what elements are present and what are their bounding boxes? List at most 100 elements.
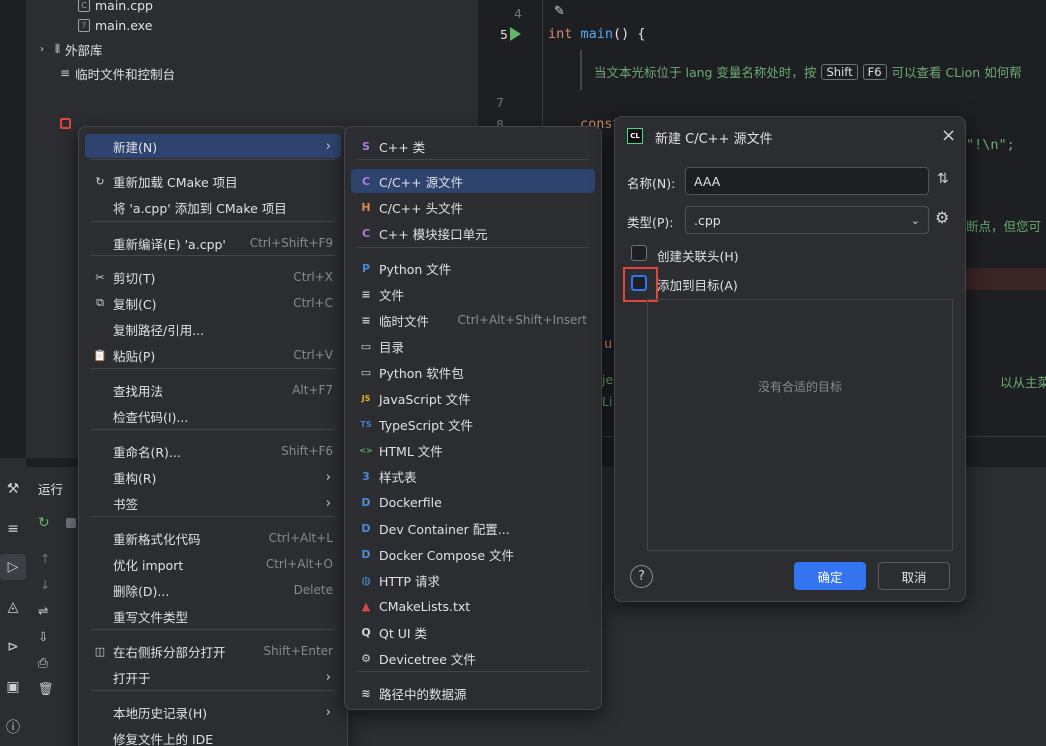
context-menu-item[interactable]: 查找用法 Alt+F7: [85, 378, 341, 402]
submenu-item[interactable]: JS JavaScript 文件: [351, 386, 595, 410]
run-icon[interactable]: ▷: [0, 554, 26, 580]
services-icon[interactable]: ◬: [0, 594, 26, 620]
down-arrow-icon[interactable]: ↓: [40, 577, 50, 592]
menu-item-label: 打开于: [113, 670, 151, 686]
chevron-right-icon[interactable]: ›: [40, 44, 50, 55]
targets-list[interactable]: 没有合适的目标: [647, 299, 953, 551]
context-menu-item[interactable]: 重构(R) ›: [85, 465, 341, 489]
submenu-item[interactable]: ≡ 文件: [351, 282, 595, 306]
submenu-item[interactable]: TS TypeScript 文件: [351, 412, 595, 436]
context-menu-item[interactable]: ⧉ 复制(C) Ctrl+C: [85, 291, 341, 315]
menu-item-label: Dockerfile: [379, 494, 442, 510]
type-select[interactable]: .cpp ⌄: [685, 206, 929, 234]
submenu-item[interactable]: H C/C++ 头文件: [351, 195, 595, 219]
submenu-item[interactable]: ▭ 目录: [351, 334, 595, 358]
chevron-right-icon: ›: [325, 704, 331, 720]
rerun-icon[interactable]: ↻: [38, 515, 50, 531]
hammer-icon[interactable]: ⚒: [0, 476, 26, 502]
scroll-end-icon[interactable]: ⇩: [38, 629, 48, 644]
menu-separator: [91, 690, 335, 691]
tree-item-external-libraries[interactable]: › ⫴ 外部库: [40, 38, 103, 60]
trash-icon[interactable]: 🗑: [38, 681, 54, 697]
file-type-icon: ≡: [361, 313, 371, 327]
context-menu-item[interactable]: ◫ 在右侧拆分部分打开 Shift+Enter: [85, 639, 341, 663]
submenu-item[interactable]: ⚙ Devicetree 文件: [351, 646, 595, 670]
context-menu-item[interactable]: 书签 ›: [85, 491, 341, 515]
context-menu-item[interactable]: 重写文件类型: [85, 604, 341, 628]
menu-item-label: 删除(D)...: [113, 583, 170, 599]
print-icon[interactable]: ⎙: [38, 655, 48, 671]
add-to-target-checkbox[interactable]: [631, 275, 647, 291]
debug-icon[interactable]: ⊳: [0, 634, 26, 660]
menu-item-label: 修复文件上的 IDE: [113, 731, 214, 746]
name-field[interactable]: AAA: [685, 167, 929, 195]
menu-item-label: JavaScript 文件: [379, 391, 471, 407]
menu-item-label: 书签: [113, 496, 139, 512]
tree-item-main-exe[interactable]: ? main.exe: [78, 14, 152, 36]
context-menu-item[interactable]: 打开于 ›: [85, 665, 341, 689]
menu-separator: [91, 255, 335, 256]
file-type-icon: <>: [359, 445, 373, 455]
submenu-item[interactable]: ≋ 路径中的数据源: [351, 681, 595, 705]
menu-item-label: 本地历史记录(H): [113, 705, 208, 721]
submenu-item[interactable]: C C++ 模块接口单元: [351, 221, 595, 245]
context-menu-item[interactable]: 新建(N) ›: [85, 134, 341, 158]
menu-item-label: Python 文件: [379, 261, 452, 277]
copy-icon: ⧉: [96, 296, 104, 309]
help-button[interactable]: ?: [630, 565, 653, 588]
scissors-icon: ✂: [95, 270, 105, 284]
submenu-item[interactable]: S C++ 类: [351, 134, 595, 158]
menu-item-label: 剪切(T): [113, 270, 156, 286]
context-menu-item[interactable]: ✂ 剪切(T) Ctrl+X: [85, 265, 341, 289]
terminal-icon[interactable]: ▣: [0, 674, 26, 700]
context-menu-item[interactable]: 重命名(R)... Shift+F6: [85, 439, 341, 463]
create-header-label: 创建关联头(H): [657, 249, 739, 264]
up-arrow-icon[interactable]: ↑: [40, 551, 50, 566]
submenu-item[interactable]: ◍ HTTP 请求: [351, 568, 595, 592]
menu-item-label: 检查代码(I)...: [113, 409, 189, 425]
file-type-icon: H: [361, 200, 371, 214]
submenu-item[interactable]: P Python 文件: [351, 256, 595, 280]
stop-icon[interactable]: [66, 518, 76, 528]
gear-icon[interactable]: ⚙: [935, 208, 949, 227]
type-select-value: .cpp: [694, 212, 721, 228]
context-menu-item[interactable]: 删除(D)... Delete: [85, 578, 341, 602]
problems-icon[interactable]: ⓘ: [0, 714, 26, 740]
submenu-item[interactable]: C C/C++ 源文件: [351, 169, 595, 193]
run-gutter-icon[interactable]: [510, 27, 521, 41]
context-menu-item[interactable]: 复制路径/引用...: [85, 317, 341, 341]
submenu-item[interactable]: D Docker Compose 文件: [351, 542, 595, 566]
menu-separator: [91, 429, 335, 430]
context-menu-item[interactable]: 本地历史记录(H) ›: [85, 700, 341, 724]
context-menu-item[interactable]: 将 'a.cpp' 添加到 CMake 项目: [85, 195, 341, 219]
unknown-file-icon: ?: [78, 18, 90, 32]
create-header-checkbox[interactable]: [631, 245, 647, 261]
submenu-item[interactable]: ▭ Python 软件包: [351, 360, 595, 384]
library-icon: ⫴: [55, 41, 61, 56]
submenu-item[interactable]: Q Qt UI 类: [351, 620, 595, 644]
wrap-icon[interactable]: ⇌: [38, 603, 48, 618]
context-menu-item[interactable]: 检查代码(I)...: [85, 404, 341, 428]
context-menu-item[interactable]: 优化 import Ctrl+Alt+O: [85, 552, 341, 576]
submenu-item[interactable]: <> HTML 文件: [351, 438, 595, 462]
submenu-item[interactable]: 3 样式表: [351, 464, 595, 488]
context-menu-item[interactable]: 修复文件上的 IDE: [85, 726, 341, 746]
file-type-icon: ▭: [360, 339, 372, 353]
context-menu-item[interactable]: 📋 粘贴(P) Ctrl+V: [85, 343, 341, 367]
submenu-item[interactable]: ▲ CMakeLists.txt: [351, 594, 595, 618]
file-type-icon: TS: [360, 419, 372, 429]
submenu-item[interactable]: D Dockerfile: [351, 490, 595, 514]
context-menu-item[interactable]: ↻ 重新加载 CMake 项目: [85, 169, 341, 193]
structure-icon[interactable]: ≡: [0, 516, 26, 542]
submenu-item[interactable]: D Dev Container 配置...: [351, 516, 595, 540]
ok-button[interactable]: 确定: [794, 562, 866, 590]
context-menu-item[interactable]: 重新编译(E) 'a.cpp' Ctrl+Shift+F9: [85, 231, 341, 255]
close-icon[interactable]: ×: [941, 125, 956, 146]
tree-item-scratches[interactable]: ≡ 临时文件和控制台: [60, 62, 175, 84]
submenu-item[interactable]: ≡ 临时文件 Ctrl+Alt+Shift+Insert: [351, 308, 595, 332]
sort-icon[interactable]: ⇅: [937, 171, 949, 187]
edit-hint-icon[interactable]: ✎: [554, 4, 565, 19]
cancel-button[interactable]: 取消: [878, 562, 950, 590]
context-menu-item[interactable]: 重新格式化代码 Ctrl+Alt+L: [85, 526, 341, 550]
file-type-icon: D: [361, 547, 371, 561]
